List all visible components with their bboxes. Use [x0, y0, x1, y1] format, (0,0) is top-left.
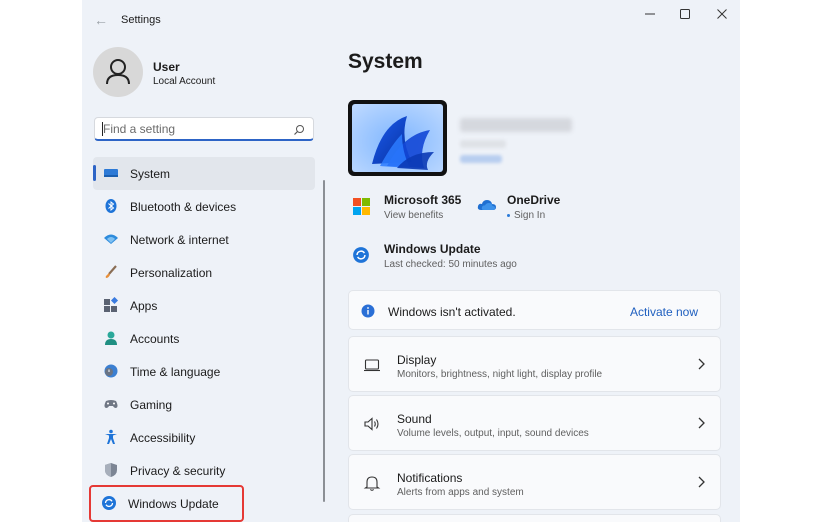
notifications-card[interactable]: Notifications Alerts from apps and syste…: [348, 454, 721, 510]
sidebar-item-personalization[interactable]: Personalization: [93, 256, 315, 289]
person-icon: [106, 59, 130, 85]
update-icon: [101, 495, 117, 511]
sidebar-nav: System Bluetooth & devices Network & int…: [89, 157, 315, 522]
apps-icon: [103, 296, 119, 313]
microsoft-logo-icon: [352, 195, 372, 215]
sidebar-item-label: System: [130, 167, 171, 181]
display-card[interactable]: Display Monitors, brightness, night ligh…: [348, 336, 721, 392]
cloud-icon: [477, 195, 497, 215]
chevron-right-icon: [696, 475, 706, 489]
brush-icon: [103, 264, 119, 280]
account-type: Local Account: [153, 76, 216, 87]
sidebar-item-label: Personalization: [130, 266, 213, 280]
tile-subtitle[interactable]: Sign In: [507, 210, 545, 221]
device-name-blurred[interactable]: [460, 118, 572, 132]
card-subtitle: Monitors, brightness, night light, displ…: [397, 369, 603, 380]
sidebar-item-time-language[interactable]: Time & language: [93, 355, 315, 388]
page-title: System: [348, 50, 423, 73]
user-name: User: [153, 60, 180, 74]
monitor-icon: [363, 356, 381, 374]
tile-subtitle[interactable]: View benefits: [384, 210, 443, 221]
clock-globe-icon: [103, 363, 119, 379]
activate-now-link[interactable]: Activate now: [630, 305, 698, 319]
speaker-icon: [363, 415, 381, 433]
settings-window: ← Settings User Local Account Find a set…: [82, 0, 740, 522]
sound-card[interactable]: Sound Volume levels, output, input, soun…: [348, 395, 721, 451]
sidebar-item-apps[interactable]: Apps: [93, 289, 315, 322]
minimize-button[interactable]: [638, 6, 662, 22]
status-dot: [507, 213, 510, 217]
update-icon: [352, 246, 372, 266]
activation-message: Windows isn't activated.: [388, 305, 516, 319]
tile-title: Microsoft 365: [384, 193, 462, 207]
sidebar-item-windows-update[interactable]: Windows Update: [89, 485, 244, 522]
device-model-blurred: [460, 140, 506, 148]
sidebar-item-network[interactable]: Network & internet: [93, 223, 315, 256]
chevron-right-icon: [696, 416, 706, 430]
search-box[interactable]: [94, 117, 314, 141]
bluetooth-icon: [103, 198, 119, 214]
sidebar-item-label: Network & internet: [130, 233, 229, 247]
close-button[interactable]: [710, 6, 734, 22]
device-wallpaper-thumbnail: [348, 100, 447, 176]
tile-title: OneDrive: [507, 193, 561, 207]
back-arrow-icon[interactable]: ←: [92, 11, 110, 29]
activation-banner: Windows isn't activated. Activate now: [348, 290, 721, 330]
wallpaper-bloom-image: [352, 104, 443, 172]
person-icon: [103, 330, 119, 346]
card-title: Sound: [397, 412, 432, 426]
sidebar-item-label: Accessibility: [130, 431, 196, 445]
sidebar-scrollbar[interactable]: [323, 180, 325, 502]
shield-icon: [103, 462, 119, 478]
tile-subtitle: Last checked: 50 minutes ago: [384, 259, 517, 270]
sidebar-item-gaming[interactable]: Gaming: [93, 388, 315, 421]
display-icon: [103, 165, 119, 181]
onedrive-sign-in-label: Sign In: [514, 210, 546, 221]
search-input[interactable]: [103, 122, 283, 136]
gamepad-icon: [103, 396, 119, 412]
maximize-button[interactable]: [673, 6, 697, 22]
sidebar-item-accounts[interactable]: Accounts: [93, 322, 315, 355]
sidebar-item-label: Accounts: [130, 332, 180, 346]
sidebar-item-label: Bluetooth & devices: [130, 200, 237, 214]
wifi-icon: [103, 231, 119, 247]
sidebar-item-label: Apps: [130, 299, 158, 313]
text-caret: [102, 122, 103, 136]
sidebar-item-label: Time & language: [130, 365, 221, 379]
sidebar-item-label: Windows Update: [128, 497, 219, 511]
rename-link-blurred[interactable]: [460, 155, 502, 163]
sidebar-item-accessibility[interactable]: Accessibility: [93, 421, 315, 454]
sidebar-item-privacy-security[interactable]: Privacy & security: [93, 454, 315, 487]
sidebar-item-label: Gaming: [130, 398, 173, 412]
app-title: Settings: [121, 14, 161, 26]
avatar[interactable]: [93, 47, 143, 97]
card-subtitle: Volume levels, output, input, sound devi…: [397, 428, 589, 439]
sidebar-item-bluetooth[interactable]: Bluetooth & devices: [93, 190, 315, 223]
sidebar-item-label: Privacy & security: [130, 464, 226, 478]
title-bar: ← Settings: [82, 0, 740, 40]
chevron-right-icon: [696, 357, 706, 371]
windows-update-tile[interactable]: Windows Update Last checked: 50 minutes …: [352, 242, 532, 274]
card-subtitle: Alerts from apps and system: [397, 487, 524, 498]
sidebar-item-system[interactable]: System: [93, 157, 315, 190]
bell-icon: [363, 474, 381, 492]
onedrive-tile[interactable]: OneDrive Sign In: [477, 193, 587, 225]
card-title: Notifications: [397, 471, 463, 485]
search-icon[interactable]: [293, 123, 305, 141]
next-card-partial[interactable]: [348, 514, 721, 522]
info-icon: [361, 304, 375, 323]
card-title: Display: [397, 353, 437, 367]
tile-title: Windows Update: [384, 242, 481, 256]
accessibility-icon: [103, 429, 119, 445]
microsoft-365-tile[interactable]: Microsoft 365 View benefits: [352, 193, 472, 225]
